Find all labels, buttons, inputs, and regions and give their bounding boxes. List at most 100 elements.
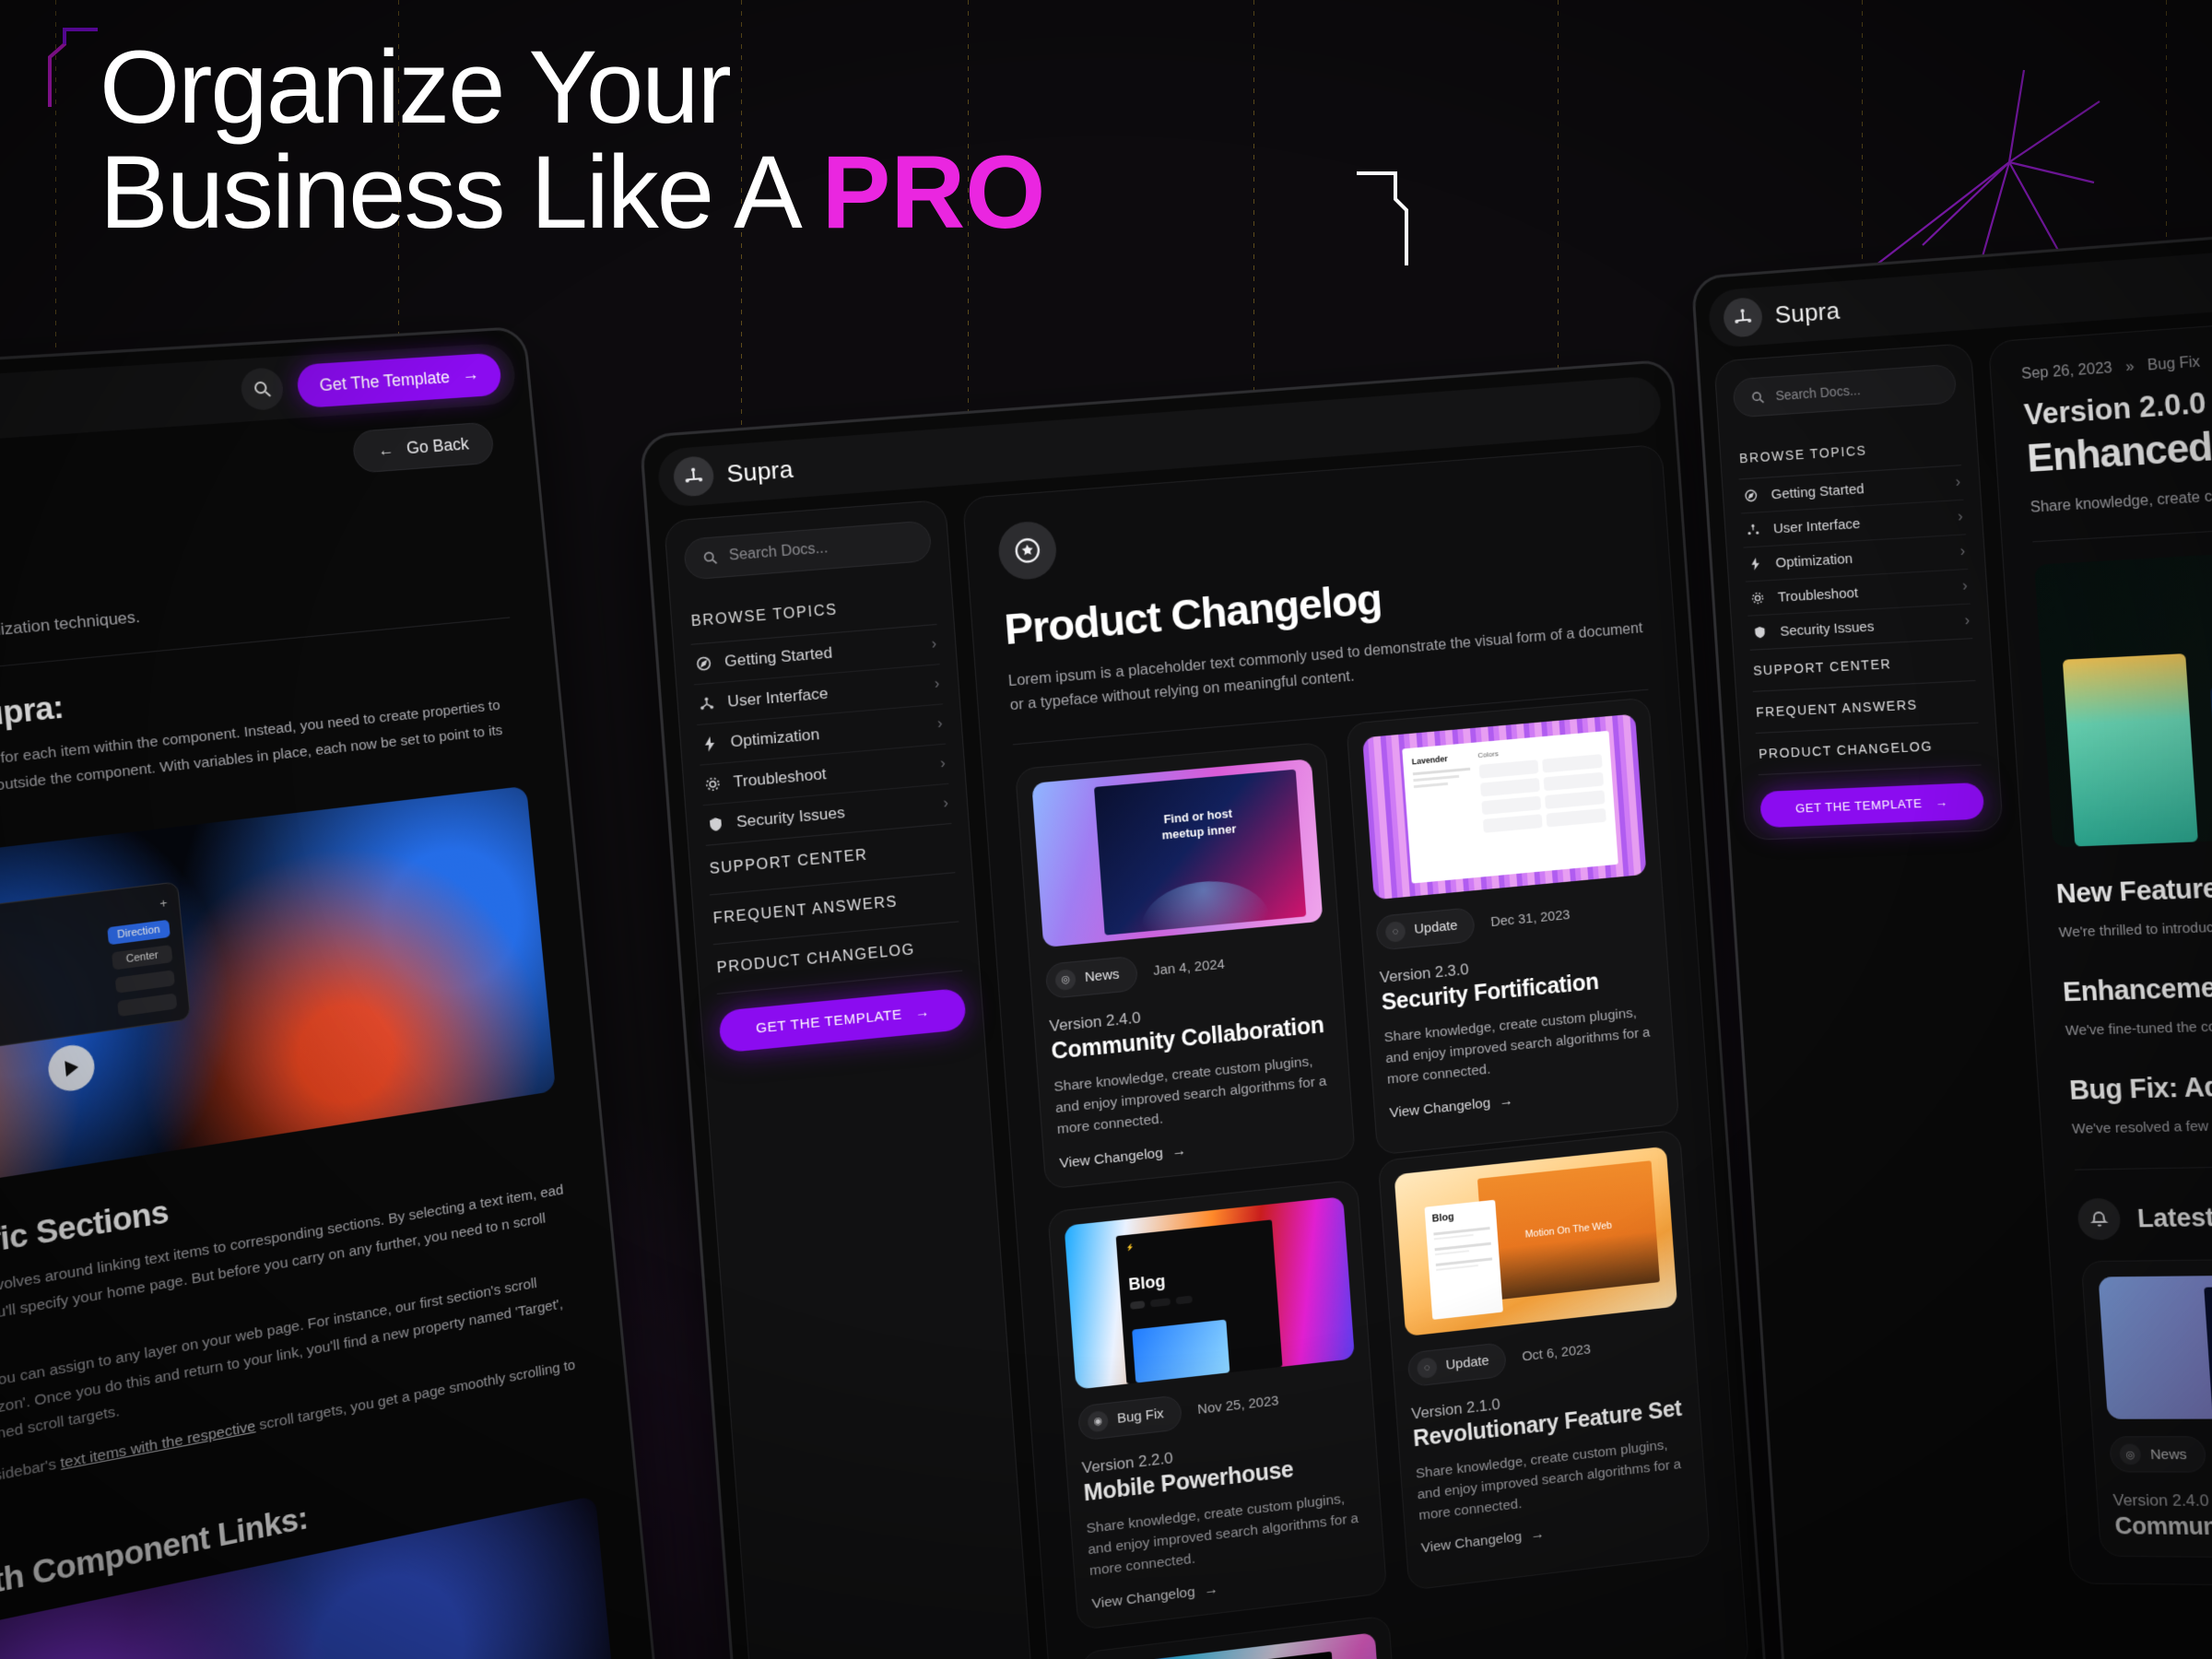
section-heading: Enhancement: [2062,971,2212,1008]
layout-row-value-2[interactable] [114,970,175,994]
search-icon[interactable] [239,367,285,412]
arrow-right-icon: → [914,1004,931,1021]
chip-label: News [1084,966,1121,986]
status-badge: ◎ News [1044,955,1138,999]
chevron-right-icon: › [1959,543,1966,560]
lp4a: y connecting each of your sidebar's [0,1455,57,1522]
nodes-icon [1744,523,1763,536]
view-changelog-label: View Changelog [1091,1584,1196,1613]
section-body: We've resolved a few pesky breeze. Thank… [2071,1113,2212,1137]
layout-row-label-3: Wrap [0,1004,111,1040]
update-icon: ◌ [1384,920,1406,943]
status-badge: ◉ Bug Fix [1077,1394,1182,1441]
card-meta: ◎ News [2109,1436,2212,1473]
chevron-right-icon: › [936,715,944,733]
thumb-text-1: Blog [1431,1211,1455,1225]
arrow-right-icon: → [1171,1142,1187,1160]
supra-logo-icon [672,454,715,498]
screenshot-stage: Organize Your Business Like A PRO Get Th… [0,0,2212,1659]
search-input[interactable]: Search Docs... [1732,363,1958,418]
news-icon: ◎ [1054,968,1077,991]
compass-icon [694,655,714,672]
breadcrumb-date: Sep 26, 2023 [2020,359,2113,383]
chip-label: Update [1413,917,1459,938]
topics-list: Getting Started › User Interface › Optim… [690,624,952,845]
search-icon [1750,390,1765,405]
changelog-card[interactable]: Lavender Colors ◌ Update Dec 31, 2023 Ve… [1346,697,1680,1156]
card-thumbnail: Find o mee [2098,1271,2212,1419]
section-body: We've fine-tuned the code u transitions,… [2065,1013,2212,1039]
sidebar-item-label: Optimization [729,724,820,751]
card-thumbnail: Motion On The Web Blog [1394,1146,1678,1336]
breadcrumb-tag: Bug Fix [2147,354,2201,374]
changelog-card[interactable]: ⚡ Blog ◉ Bug Fix Nov 25, 2023 Version 2.… [1047,1179,1388,1631]
hero-line-2-text: Business Like A [100,135,822,251]
hero-line-2: Business Like A PRO [100,140,1045,245]
layout-row-value-0[interactable]: Direction [106,919,171,946]
card-meta: ◌ Update Dec 31, 2023 [1375,890,1650,951]
right-main: Sep 26, 2023 » Bug Fix Version 2.0.0 Enh… [1987,296,2212,1591]
chip-label: Update [1445,1352,1490,1373]
changelog-card[interactable]: Motion On The Web Blog ◌ Update Oct 6, 2… [1377,1128,1711,1592]
latest-updates-label: Latest Up [2136,1202,2212,1233]
sidebar-item-label: Optimization [1774,550,1853,571]
right-brand[interactable]: Supra [1722,290,1841,338]
mockup-panel-left: Get The Template → ← Go Back Optimizatio… [0,325,665,1659]
card-date: Oct 6, 2023 [1521,1341,1592,1365]
right-sidebar: Search Docs... BROWSE TOPICS Getting Sta… [1713,342,2004,841]
arrow-right-icon: → [461,364,480,386]
hero-headline: Organize Your Business Like A PRO [100,29,1045,245]
arrow-left-icon: ← [377,440,395,460]
brand-name: Supra [725,454,794,488]
supra-logo-icon [1722,296,1764,338]
status-badge: ◌ Update [1406,1341,1508,1387]
layout-row-value-1[interactable]: Center [111,945,173,971]
go-back-button[interactable]: ← Go Back [351,421,495,474]
layout-row-value-3[interactable] [117,993,178,1018]
mockup-panel-right: Supra Search Docs... BROWSE TOPICS Getti… [1690,204,2212,1659]
cta-label: Get The Template [318,367,451,394]
shield-icon [1750,626,1770,640]
arrow-right-icon: → [1203,1582,1219,1599]
sidebar-item-label: User Interface [726,684,830,711]
left-topbar-actions: Get The Template → [239,352,503,413]
sidebar-item-label: Getting Started [1771,480,1865,502]
card-thumbnail: Lavender Colors [1362,713,1647,900]
chevron-double-right-icon: » [2124,359,2136,376]
sidebar-item-label: Getting Started [724,643,833,671]
sidebar-get-template-button[interactable]: GET THE TEMPLATE → [718,987,967,1053]
changelog-card[interactable]: Find o mee ◎ News Version 2.4.0 Commun [2080,1254,2212,1561]
card-version: Version 2.4.0 [2112,1491,2210,1511]
nodes-icon [697,696,717,712]
card-date: Jan 4, 2024 [1152,956,1226,980]
card-thumbnail: Find or host meetup inner [1031,758,1324,947]
center-brand[interactable]: Supra [672,449,794,498]
plus-icon[interactable]: + [159,896,169,912]
card-meta: ◎ News Jan 4, 2024 [1044,937,1327,999]
gear-icon [702,776,723,793]
get-template-button[interactable]: Get The Template → [295,352,503,409]
search-icon [702,549,719,566]
chevron-right-icon: › [1957,509,1964,525]
search-input[interactable]: Search Docs... [683,520,933,581]
brand-name: Supra [1773,295,1841,329]
card-description: Share knowledge, create custom plugins, … [1383,1005,1651,1088]
sidebar-get-template-button[interactable]: GET THE TEMPLATE → [1759,782,1985,829]
chevron-right-icon: › [942,795,949,812]
update-icon: ◌ [1416,1356,1438,1379]
card-meta: ◉ Bug Fix Nov 25, 2023 [1077,1374,1359,1441]
bolt-icon [700,735,720,752]
hero-pro-word: PRO [821,135,1046,251]
arrow-right-icon: → [1935,794,1948,810]
card-thumbnail: The internet is your canvas. [1096,1632,1388,1659]
changelog-card[interactable]: Find or host meetup inner ◎ News Jan 4, … [1014,741,1356,1190]
play-icon[interactable] [46,1041,97,1094]
compass-icon [1741,488,1760,502]
hero-line-1: Organize Your [100,29,732,145]
chip-label: News [2149,1446,2188,1463]
arrow-right-icon: → [1530,1526,1546,1544]
article-hero-image: AVATAR [2034,532,2212,848]
latest-updates-header: Latest Up [2077,1190,2212,1241]
arrow-right-icon: → [1499,1092,1514,1110]
chevron-right-icon: › [931,636,937,653]
